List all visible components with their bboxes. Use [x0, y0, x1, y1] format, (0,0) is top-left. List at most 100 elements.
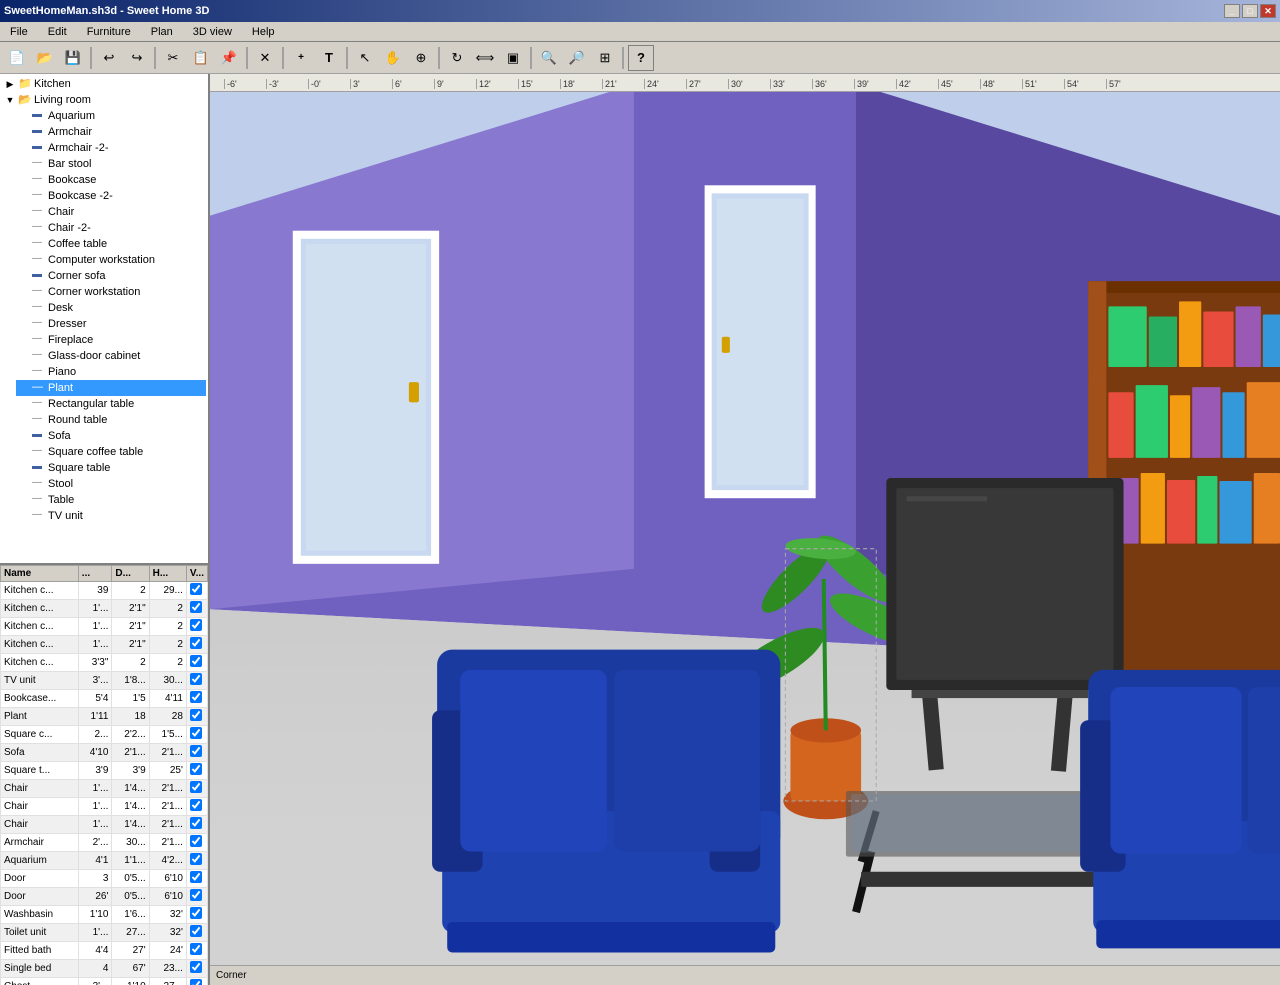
- table-row[interactable]: Washbasin1'101'6...32': [1, 906, 208, 924]
- visibility-checkbox[interactable]: [190, 745, 202, 757]
- tree-item-aquarium[interactable]: ▬ Aquarium: [16, 108, 206, 124]
- table-row[interactable]: Fitted bath4'427'24': [1, 942, 208, 960]
- zoom-in-button[interactable]: 🔍: [536, 45, 562, 71]
- tree-item-computer-workstation[interactable]: — Computer workstation: [16, 252, 206, 268]
- help-button[interactable]: ?: [628, 45, 654, 71]
- tree-item-square-table[interactable]: ▬ Square table: [16, 460, 206, 476]
- table-row[interactable]: Armchair2'...30...2'1...: [1, 834, 208, 852]
- menu-file[interactable]: File: [4, 24, 34, 40]
- visibility-checkbox[interactable]: [190, 727, 202, 739]
- add-text-button[interactable]: T: [316, 45, 342, 71]
- tree-item-fireplace[interactable]: — Fireplace: [16, 332, 206, 348]
- furniture-tree[interactable]: ▶ 📁 Kitchen ▼ 📂 Living room ▬ Aquarium ▬: [0, 74, 208, 565]
- redo-button[interactable]: ↪: [124, 45, 150, 71]
- table-row[interactable]: Sofa4'102'1...2'1...: [1, 744, 208, 762]
- zoom-out-button[interactable]: 🔎: [564, 45, 590, 71]
- tree-item-table[interactable]: — Table: [16, 492, 206, 508]
- tree-item-tv-unit[interactable]: — TV unit: [16, 508, 206, 524]
- visibility-checkbox[interactable]: [190, 709, 202, 721]
- visibility-checkbox[interactable]: [190, 655, 202, 667]
- cut-button[interactable]: ✂: [160, 45, 186, 71]
- visibility-checkbox[interactable]: [190, 961, 202, 973]
- table-row[interactable]: Kitchen c...3'3"22: [1, 654, 208, 672]
- tree-item-bookcase[interactable]: — Bookcase: [16, 172, 206, 188]
- minimize-button[interactable]: _: [1224, 4, 1240, 18]
- tree-item-desk[interactable]: — Desk: [16, 300, 206, 316]
- open-button[interactable]: 📂: [32, 45, 58, 71]
- table-row[interactable]: Chest3'...1'1027...: [1, 978, 208, 985]
- tree-item-rectangular-table[interactable]: — Rectangular table: [16, 396, 206, 412]
- tree-item-chair[interactable]: — Chair: [16, 204, 206, 220]
- tree-item-armchair[interactable]: ▬ Armchair: [16, 124, 206, 140]
- table-row[interactable]: TV unit3'...1'8...30...: [1, 672, 208, 690]
- tree-item-square-coffee-table[interactable]: — Square coffee table: [16, 444, 206, 460]
- close-button[interactable]: ✕: [1260, 4, 1276, 18]
- tree-item-chair-2[interactable]: — Chair -2-: [16, 220, 206, 236]
- menu-3dview[interactable]: 3D view: [187, 24, 238, 40]
- paste-button[interactable]: 📌: [216, 45, 242, 71]
- tree-item-piano[interactable]: — Piano: [16, 364, 206, 380]
- tree-item-coffee-table[interactable]: — Coffee table: [16, 236, 206, 252]
- col-header-vis[interactable]: V...: [186, 566, 207, 582]
- tree-item-plant[interactable]: — Plant: [16, 380, 206, 396]
- table-row[interactable]: Plant1'111828: [1, 708, 208, 726]
- table-row[interactable]: Door30'5...6'10: [1, 870, 208, 888]
- menu-help[interactable]: Help: [246, 24, 281, 40]
- table-row[interactable]: Door26'0'5...6'10: [1, 888, 208, 906]
- rotate-button[interactable]: ↻: [444, 45, 470, 71]
- furniture-table-panel[interactable]: Name ... D... H... V... Kitchen c...3922…: [0, 565, 208, 985]
- save-button[interactable]: 💾: [60, 45, 86, 71]
- visibility-checkbox[interactable]: [190, 835, 202, 847]
- tree-item-round-table[interactable]: — Round table: [16, 412, 206, 428]
- tree-item-stool[interactable]: — Stool: [16, 476, 206, 492]
- copy-button[interactable]: 📋: [188, 45, 214, 71]
- tree-item-bookcase-2[interactable]: — Bookcase -2-: [16, 188, 206, 204]
- tree-item-kitchen[interactable]: ▶ 📁 Kitchen: [2, 76, 206, 92]
- table-row[interactable]: Kitchen c...1'...2'1"2: [1, 600, 208, 618]
- table-row[interactable]: Kitchen c...1'...2'1"2: [1, 618, 208, 636]
- tree-item-living-room[interactable]: ▼ 📂 Living room: [2, 92, 206, 108]
- tree-item-armchair-2[interactable]: ▬ Armchair -2-: [16, 140, 206, 156]
- visibility-checkbox[interactable]: [190, 637, 202, 649]
- visibility-checkbox[interactable]: [190, 925, 202, 937]
- visibility-checkbox[interactable]: [190, 943, 202, 955]
- tree-item-glass-door-cabinet[interactable]: — Glass-door cabinet: [16, 348, 206, 364]
- menu-plan[interactable]: Plan: [145, 24, 179, 40]
- visibility-checkbox[interactable]: [190, 763, 202, 775]
- tree-item-corner-sofa[interactable]: ▬ Corner sofa: [16, 268, 206, 284]
- visibility-checkbox[interactable]: [190, 691, 202, 703]
- undo-button[interactable]: ↩: [96, 45, 122, 71]
- visibility-checkbox[interactable]: [190, 583, 202, 595]
- new-button[interactable]: 📄: [4, 45, 30, 71]
- tree-item-corner-workstation[interactable]: — Corner workstation: [16, 284, 206, 300]
- visibility-checkbox[interactable]: [190, 979, 202, 985]
- table-row[interactable]: Bookcase...5'41'54'11: [1, 690, 208, 708]
- table-row[interactable]: Chair1'...1'4...2'1...: [1, 816, 208, 834]
- table-row[interactable]: Chair1'...1'4...2'1...: [1, 780, 208, 798]
- visibility-checkbox[interactable]: [190, 799, 202, 811]
- col-header-v[interactable]: H...: [149, 566, 186, 582]
- visibility-checkbox[interactable]: [190, 817, 202, 829]
- visibility-checkbox[interactable]: [190, 781, 202, 793]
- table-row[interactable]: Aquarium4'11'1...4'2...: [1, 852, 208, 870]
- 3d-scene[interactable]: [210, 92, 1280, 965]
- zoom-all-button[interactable]: ⊞: [592, 45, 618, 71]
- tree-item-bar-stool[interactable]: — Bar stool: [16, 156, 206, 172]
- menu-edit[interactable]: Edit: [42, 24, 73, 40]
- visibility-checkbox[interactable]: [190, 601, 202, 613]
- tree-item-dresser[interactable]: — Dresser: [16, 316, 206, 332]
- table-row[interactable]: Kitchen c...39229...: [1, 582, 208, 600]
- delete-button[interactable]: ✕: [252, 45, 278, 71]
- visibility-checkbox[interactable]: [190, 889, 202, 901]
- visibility-checkbox[interactable]: [190, 619, 202, 631]
- menu-furniture[interactable]: Furniture: [81, 24, 137, 40]
- table-row[interactable]: Toilet unit1'...27...32': [1, 924, 208, 942]
- tree-item-sofa[interactable]: ▬ Sofa: [16, 428, 206, 444]
- visibility-checkbox[interactable]: [190, 853, 202, 865]
- select-button[interactable]: ↖: [352, 45, 378, 71]
- table-row[interactable]: Square t...3'93'925': [1, 762, 208, 780]
- maximize-button[interactable]: □: [1242, 4, 1258, 18]
- table-row[interactable]: Square c...2...2'2...1'5...: [1, 726, 208, 744]
- col-header-h[interactable]: D...: [112, 566, 149, 582]
- group-button[interactable]: ▣: [500, 45, 526, 71]
